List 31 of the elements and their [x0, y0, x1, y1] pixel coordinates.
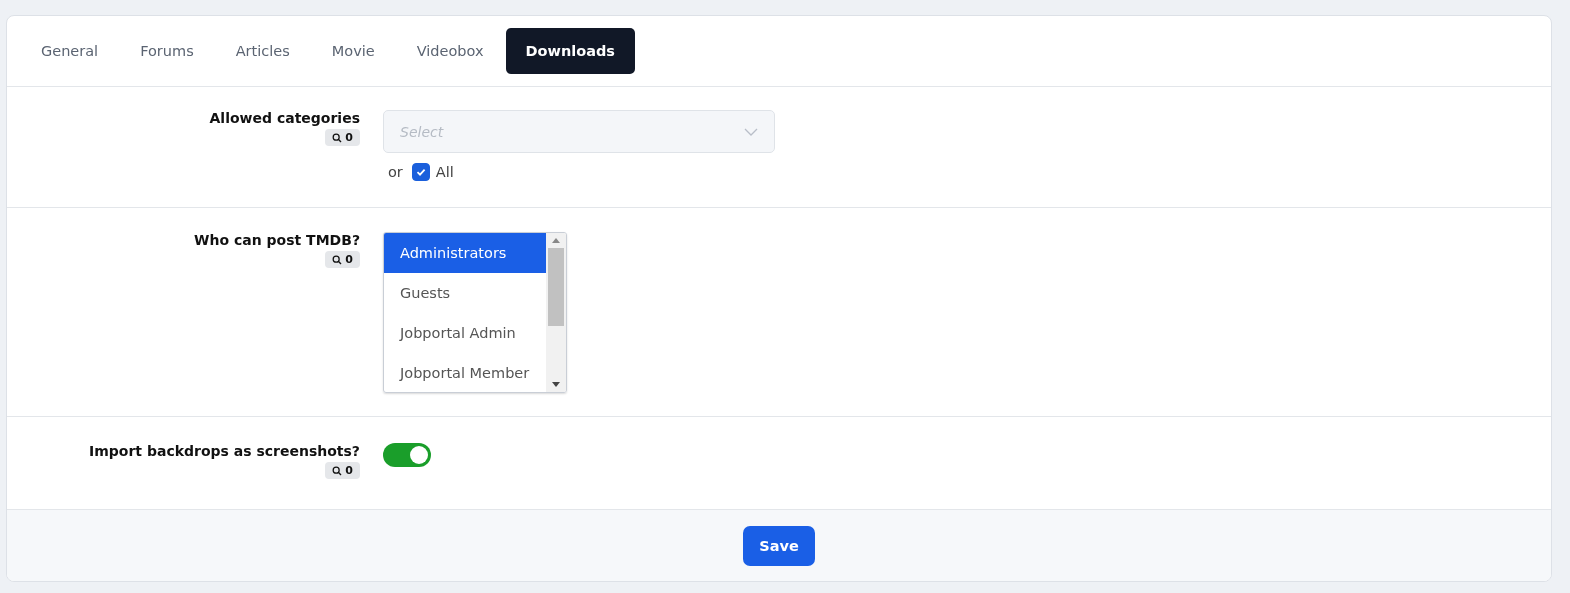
- field-label: Who can post TMDB?: [194, 232, 360, 248]
- search-icon: [332, 254, 343, 265]
- search-icon: [332, 132, 343, 143]
- tab[interactable]: Movie: [311, 28, 395, 74]
- scrollbar[interactable]: [546, 233, 566, 392]
- list-option[interactable]: Administrators: [384, 233, 546, 273]
- checkmark-icon: [414, 166, 427, 178]
- checkbox[interactable]: [411, 163, 430, 181]
- chevron-down-icon: [744, 127, 758, 136]
- scroll-down-arrow-icon[interactable]: [552, 382, 560, 387]
- search-count-badge[interactable]: 0: [325, 251, 360, 268]
- scroll-up-arrow-icon[interactable]: [552, 238, 560, 243]
- or-text: or: [388, 164, 403, 180]
- field-label: Import backdrops as screenshots?: [89, 443, 360, 459]
- list-option[interactable]: Jobportal Member: [384, 353, 546, 392]
- checkbox-label[interactable]: All: [435, 164, 454, 180]
- select-placeholder: Select: [400, 123, 444, 140]
- tab[interactable]: Videobox: [396, 28, 504, 74]
- list-option[interactable]: Guests: [384, 273, 546, 313]
- toggle-switch[interactable]: [383, 443, 431, 467]
- list-option[interactable]: Jobportal Admin: [384, 313, 546, 353]
- search-icon: [332, 465, 343, 476]
- save-button[interactable]: Save: [743, 525, 815, 566]
- field-label: Allowed categories: [209, 110, 360, 126]
- group-listbox[interactable]: Administrators Guests Jobportal Admin Jobportal Member: [383, 232, 567, 393]
- tab[interactable]: Downloads: [505, 28, 635, 74]
- search-count-badge[interactable]: 0: [325, 462, 360, 479]
- tab[interactable]: Articles: [215, 28, 310, 74]
- tab[interactable]: General: [21, 28, 119, 74]
- tab[interactable]: Forums: [120, 28, 214, 74]
- search-count-badge[interactable]: 0: [325, 129, 360, 146]
